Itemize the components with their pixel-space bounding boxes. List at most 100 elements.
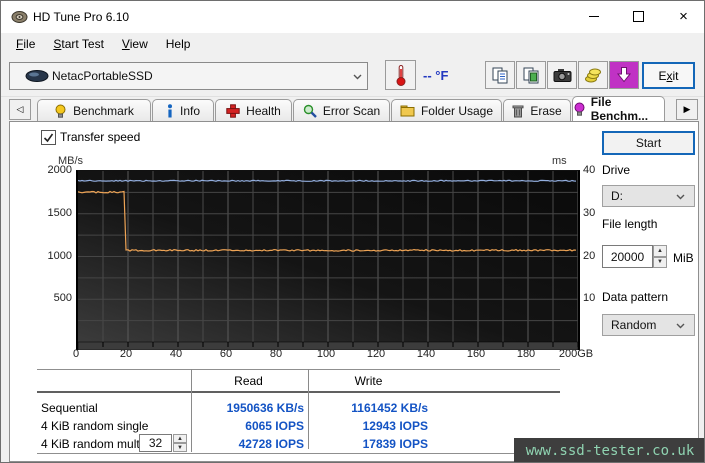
bulb-magenta-icon bbox=[573, 102, 585, 116]
copy-text-icon bbox=[492, 67, 509, 84]
drive-combobox[interactable]: D: bbox=[602, 185, 695, 207]
random-single-read-value: 6065 IOPS bbox=[196, 419, 304, 433]
menu-file[interactable]: File bbox=[7, 35, 44, 53]
menu-view[interactable]: View bbox=[113, 35, 157, 53]
menu-bar: File Start Test View Help bbox=[1, 33, 705, 54]
data-pattern-label: Data pattern bbox=[602, 290, 668, 304]
tab-scroll-right-button[interactable]: ▶ bbox=[676, 99, 698, 120]
random-multi-read-value: 42728 IOPS bbox=[196, 437, 304, 451]
queue-depth-spinner: ▲ ▼ bbox=[173, 434, 187, 452]
trash-icon bbox=[512, 104, 524, 118]
x-axis-tick: 100 bbox=[317, 348, 335, 360]
screenshot-button[interactable] bbox=[547, 61, 577, 89]
x-axis-tick: 120 bbox=[367, 348, 385, 360]
drive-selector-combobox[interactable]: NetacPortableSSD bbox=[9, 62, 368, 90]
magnifier-icon bbox=[303, 104, 317, 118]
tab-bar: Benchmark Info Health Error Scan Folder … bbox=[37, 98, 666, 121]
checkmark-icon bbox=[43, 132, 54, 143]
close-button[interactable]: × bbox=[661, 1, 705, 32]
temperature-button[interactable] bbox=[385, 60, 416, 90]
window-title: HD Tune Pro 6.10 bbox=[33, 10, 129, 24]
x-axis-tick: 160 bbox=[467, 348, 485, 360]
coins-button[interactable] bbox=[578, 61, 608, 89]
tab-benchmark[interactable]: Benchmark bbox=[37, 99, 151, 121]
camera-icon bbox=[553, 68, 572, 83]
chevron-down-icon bbox=[670, 321, 690, 330]
tab-error-scan[interactable]: Error Scan bbox=[293, 99, 390, 121]
tab-erase[interactable]: Erase bbox=[503, 99, 571, 121]
table-rule-header bbox=[37, 391, 560, 393]
row-random-multi-label: 4 KiB random multi bbox=[41, 437, 142, 451]
exit-button[interactable]: Exit bbox=[642, 62, 695, 89]
app-disk-icon bbox=[11, 10, 28, 24]
menu-help[interactable]: Help bbox=[157, 35, 200, 53]
benchmark-chart bbox=[76, 170, 580, 350]
exit-label: E bbox=[658, 69, 666, 83]
data-pattern-combobox[interactable]: Random bbox=[602, 314, 695, 336]
title-bar: HD Tune Pro 6.10 × bbox=[1, 1, 705, 33]
spin-up-button[interactable]: ▲ bbox=[653, 245, 667, 257]
menu-start-test[interactable]: Start Test bbox=[44, 35, 113, 53]
file-length-label: File length bbox=[602, 217, 657, 231]
x-axis-tick: 140 bbox=[417, 348, 435, 360]
x-axis-tick: 20 bbox=[120, 348, 132, 360]
disk-icon bbox=[24, 69, 50, 83]
triangle-right-icon: ▶ bbox=[684, 104, 691, 115]
y-right-tick: 20 bbox=[583, 250, 595, 262]
tab-info[interactable]: Info bbox=[152, 99, 214, 121]
drive-label: Drive bbox=[602, 163, 630, 177]
start-button[interactable]: Start bbox=[602, 131, 695, 155]
x-axis-tick: 200GB bbox=[559, 348, 593, 360]
spin-down-button[interactable]: ▼ bbox=[173, 443, 187, 452]
up-arrow-icon: ▲ bbox=[177, 436, 183, 442]
chevron-down-icon bbox=[670, 192, 690, 201]
copy-image-button[interactable] bbox=[516, 61, 546, 89]
y-right-tick: 40 bbox=[583, 164, 595, 176]
read-column-header: Read bbox=[196, 374, 301, 388]
x-axis-tick: 60 bbox=[220, 348, 232, 360]
minimize-button[interactable] bbox=[571, 1, 616, 32]
row-sequential-label: Sequential bbox=[41, 401, 98, 415]
grid-lines bbox=[78, 171, 578, 342]
table-rule-bottom bbox=[37, 453, 560, 454]
spin-up-button[interactable]: ▲ bbox=[173, 434, 187, 443]
info-icon bbox=[166, 104, 174, 118]
y-right-tick: 30 bbox=[583, 207, 595, 219]
app-window: HD Tune Pro 6.10 × File Start Test View … bbox=[0, 0, 705, 463]
x-axis-tick: 0 bbox=[73, 348, 79, 360]
x-axis-tick: 40 bbox=[170, 348, 182, 360]
table-rule-top bbox=[37, 369, 560, 370]
tab-folder-usage[interactable]: Folder Usage bbox=[391, 99, 502, 121]
up-arrow-icon: ▲ bbox=[657, 248, 663, 254]
thermometer-icon bbox=[394, 64, 408, 86]
file-length-unit: MiB bbox=[673, 251, 694, 265]
coins-icon bbox=[584, 66, 602, 84]
x-axis-tick: 80 bbox=[270, 348, 282, 360]
random-single-write-value: 12943 IOPS bbox=[316, 419, 428, 433]
temperature-reading: -- °F bbox=[423, 68, 448, 83]
maximize-icon bbox=[633, 11, 644, 22]
tab-scroll-left-button[interactable]: ◁ bbox=[9, 99, 31, 120]
copy-text-button[interactable] bbox=[485, 61, 515, 89]
spin-down-button[interactable]: ▼ bbox=[653, 257, 667, 269]
queue-depth-input[interactable]: 32 bbox=[139, 434, 172, 452]
sequential-write-value: 1161452 KB/s bbox=[316, 401, 428, 415]
drive-value: D: bbox=[611, 189, 623, 203]
transfer-speed-checkbox[interactable] bbox=[41, 130, 56, 145]
file-length-input[interactable]: 20000 bbox=[602, 245, 653, 268]
queue-depth-value: 32 bbox=[149, 436, 162, 450]
file-length-spinner: ▲ ▼ bbox=[653, 245, 667, 268]
tab-file-benchmark[interactable]: File Benchm... bbox=[572, 96, 665, 121]
write-column-header: Write bbox=[316, 374, 421, 388]
transfer-speed-label: Transfer speed bbox=[60, 130, 140, 144]
tab-health[interactable]: Health bbox=[215, 99, 292, 121]
maximize-button[interactable] bbox=[616, 1, 661, 32]
down-arrow-icon: ▼ bbox=[177, 445, 183, 451]
folder-icon bbox=[400, 104, 415, 117]
download-results-button[interactable] bbox=[609, 61, 639, 89]
y-right-tick: 10 bbox=[583, 292, 595, 304]
y-left-tick: 1000 bbox=[38, 250, 72, 262]
triangle-left-icon: ◁ bbox=[17, 104, 24, 115]
bulb-yellow-icon bbox=[54, 104, 67, 118]
copy-image-icon bbox=[523, 67, 540, 84]
